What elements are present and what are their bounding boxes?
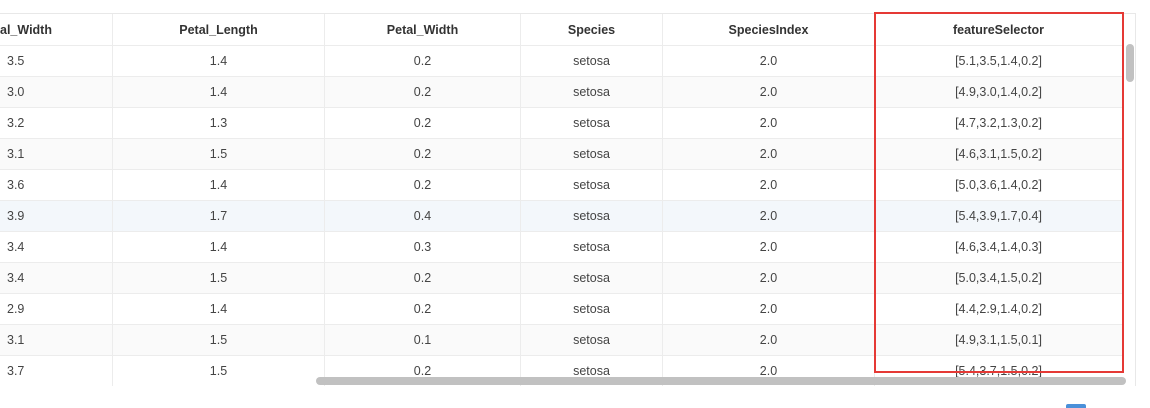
table-row[interactable]: 3.4 1.5 0.2 setosa 2.0 [5.0,3.4,1.5,0.2] bbox=[0, 263, 1122, 294]
column-header[interactable]: Species bbox=[521, 14, 663, 45]
table-cell: [4.4,2.9,1.4,0.2] bbox=[955, 302, 1042, 316]
table-cell: 3.4 bbox=[0, 232, 113, 262]
column-header[interactable]: SpeciesIndex bbox=[663, 14, 875, 45]
table-row[interactable]: 3.4 1.4 0.3 setosa 2.0 [4.6,3.4,1.4,0.3] bbox=[0, 232, 1122, 263]
table-cell: 0.2 bbox=[325, 108, 521, 138]
table-cell: setosa bbox=[521, 294, 663, 324]
table-cell: 1.4 bbox=[113, 46, 325, 76]
table-cell: 2.0 bbox=[663, 263, 875, 293]
data-table: al_Width Petal_Length Petal_Width Species Sp… bbox=[0, 13, 1136, 386]
table-cell: [5.4,3.9,1.7,0.4] bbox=[955, 209, 1042, 223]
table-cell: 1.5 bbox=[113, 325, 325, 355]
table-cell: 0.2 bbox=[325, 170, 521, 200]
corner-action-icon[interactable] bbox=[1066, 404, 1086, 408]
table-cell: 3.6 bbox=[0, 170, 113, 200]
table-cell: 1.4 bbox=[113, 232, 325, 262]
table-cell: [5.0,3.6,1.4,0.2] bbox=[955, 178, 1042, 192]
table-cell: 0.2 bbox=[325, 139, 521, 169]
table-cell: setosa bbox=[521, 139, 663, 169]
table-cell: 1.7 bbox=[113, 201, 325, 231]
table-cell: setosa bbox=[521, 263, 663, 293]
table-cell: 3.7 bbox=[0, 356, 113, 386]
table-row[interactable]: 3.2 1.3 0.2 setosa 2.0 [4.7,3.2,1.3,0.2] bbox=[0, 108, 1122, 139]
table-cell: 1.5 bbox=[113, 356, 325, 386]
table-cell: 3.4 bbox=[0, 263, 113, 293]
table-cell: 1.5 bbox=[113, 139, 325, 169]
table-cell: [4.9,3.1,1.5,0.1] bbox=[955, 333, 1042, 347]
table-cell: 3.2 bbox=[0, 108, 113, 138]
table-cell: setosa bbox=[521, 201, 663, 231]
table-cell: 2.0 bbox=[663, 325, 875, 355]
table-cell: 3.0 bbox=[0, 77, 113, 107]
table-cell: 2.0 bbox=[663, 46, 875, 76]
table-cell: [4.7,3.2,1.3,0.2] bbox=[955, 116, 1042, 130]
table-cell: 2.0 bbox=[663, 108, 875, 138]
table-cell: setosa bbox=[521, 170, 663, 200]
table-cell: 2.9 bbox=[0, 294, 113, 324]
table-cell: 3.5 bbox=[0, 46, 113, 76]
table-cell: 0.2 bbox=[325, 263, 521, 293]
table-row[interactable]: 3.6 1.4 0.2 setosa 2.0 [5.0,3.6,1.4,0.2] bbox=[0, 170, 1122, 201]
table-cell: 0.3 bbox=[325, 232, 521, 262]
table-cell: [4.9,3.0,1.4,0.2] bbox=[955, 85, 1042, 99]
table-cell: setosa bbox=[521, 232, 663, 262]
table-cell: 1.5 bbox=[113, 263, 325, 293]
table-cell: 0.1 bbox=[325, 325, 521, 355]
column-header[interactable]: al_Width bbox=[0, 14, 113, 45]
table-cell: 1.4 bbox=[113, 77, 325, 107]
table-row[interactable]: 3.9 1.7 0.4 setosa 2.0 [5.4,3.9,1.7,0.4] bbox=[0, 201, 1122, 232]
table-row[interactable]: 3.5 1.4 0.2 setosa 2.0 [5.1,3.5,1.4,0.2] bbox=[0, 46, 1122, 77]
table-body: al_Width Petal_Length Petal_Width Species Sp… bbox=[0, 14, 1122, 386]
table-cell: setosa bbox=[521, 325, 663, 355]
table-cell: 1.4 bbox=[113, 170, 325, 200]
table-header-row: al_Width Petal_Length Petal_Width Species Sp… bbox=[0, 14, 1122, 46]
column-header[interactable]: Petal_Length bbox=[113, 14, 325, 45]
table-cell: [5.1,3.5,1.4,0.2] bbox=[955, 54, 1042, 68]
column-header[interactable]: Petal_Width bbox=[325, 14, 521, 45]
table-cell: 0.2 bbox=[325, 46, 521, 76]
table-cell: 1.4 bbox=[113, 294, 325, 324]
table-cell: setosa bbox=[521, 77, 663, 107]
table-cell: 1.3 bbox=[113, 108, 325, 138]
table-row[interactable]: 3.0 1.4 0.2 setosa 2.0 [4.9,3.0,1.4,0.2] bbox=[0, 77, 1122, 108]
table-cell: [4.6,3.1,1.5,0.2] bbox=[955, 147, 1042, 161]
table-cell: 3.1 bbox=[0, 325, 113, 355]
table-row[interactable]: 3.1 1.5 0.1 setosa 2.0 [4.9,3.1,1.5,0.1] bbox=[0, 325, 1122, 356]
table-cell: 3.1 bbox=[0, 139, 113, 169]
vertical-scrollbar-thumb[interactable] bbox=[1126, 44, 1134, 82]
table-cell: 2.0 bbox=[663, 139, 875, 169]
table-cell: 2.0 bbox=[663, 77, 875, 107]
table-cell: setosa bbox=[521, 108, 663, 138]
table-row[interactable]: 3.1 1.5 0.2 setosa 2.0 [4.6,3.1,1.5,0.2] bbox=[0, 139, 1122, 170]
table-cell: 0.2 bbox=[325, 77, 521, 107]
table-cell: 0.2 bbox=[325, 294, 521, 324]
table-row[interactable]: 2.9 1.4 0.2 setosa 2.0 [4.4,2.9,1.4,0.2] bbox=[0, 294, 1122, 325]
table-cell: 2.0 bbox=[663, 294, 875, 324]
table-cell: 2.0 bbox=[663, 170, 875, 200]
table-cell: 2.0 bbox=[663, 201, 875, 231]
table-cell: 2.0 bbox=[663, 232, 875, 262]
table-cell: [4.6,3.4,1.4,0.3] bbox=[955, 240, 1042, 254]
vertical-scrollbar[interactable] bbox=[1124, 32, 1134, 373]
table-cell: 0.4 bbox=[325, 201, 521, 231]
table-cell: setosa bbox=[521, 46, 663, 76]
table-cell: 3.9 bbox=[0, 201, 113, 231]
horizontal-scrollbar-thumb[interactable] bbox=[316, 377, 1126, 385]
table-cell: [5.0,3.4,1.5,0.2] bbox=[955, 271, 1042, 285]
column-header[interactable]: featureSelector bbox=[875, 14, 1122, 45]
